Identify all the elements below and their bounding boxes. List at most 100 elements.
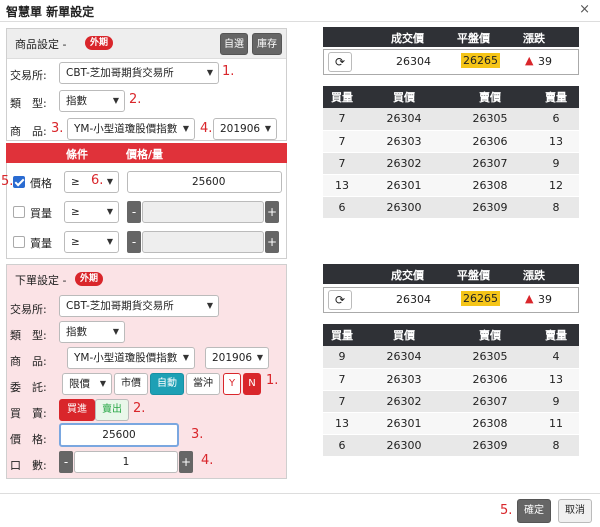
chevron-down-icon: ▼ (264, 124, 271, 133)
order-exchange-select[interactable]: CBT-芝加哥期貨交易所 ▼ (59, 295, 219, 317)
product-settings-title: 商品設定 - (15, 38, 67, 51)
buy-volume-plus-button[interactable]: + (265, 201, 279, 223)
table-cell: 26307 (447, 152, 533, 175)
dialog-title: 智慧單 新單設定 (6, 5, 95, 19)
sell-volume-minus-button[interactable]: - (127, 231, 141, 253)
commodity-select[interactable]: YM-小型道瓊股價指數 ▼ (67, 118, 195, 140)
table-cell: 26305 (447, 108, 533, 131)
sell-volume-plus-button[interactable]: + (265, 231, 279, 253)
quote-bar-2: ⟳ 26304 26265 ▲ 39 (323, 287, 579, 313)
up-arrow-icon: ▲ (525, 54, 534, 67)
order-month-select[interactable]: 201906 ▼ (205, 347, 269, 369)
order-price-input[interactable]: 25600 (59, 423, 179, 447)
table-cell: 26308 (447, 174, 533, 197)
step-number: 4. (201, 453, 214, 468)
chevron-down-icon: ▼ (112, 96, 119, 105)
price-condition-checkbox[interactable] (13, 176, 25, 188)
table-row: 13 26301 26308 12 (323, 174, 579, 197)
day-trade-button[interactable]: 當沖 (186, 373, 220, 395)
price-condition-input[interactable]: 25600 (127, 171, 282, 193)
table-cell: 26302 (361, 152, 447, 175)
deal-price-header: 成交價 (391, 269, 424, 282)
column-header: 賣量 (533, 324, 579, 346)
table-cell: 26306 (447, 130, 533, 153)
sell-button[interactable]: 賣出 (95, 399, 129, 421)
inventory-button[interactable]: 庫存 (252, 33, 282, 55)
column-header: 賣價 (447, 86, 533, 108)
type-select[interactable]: 指數 ▼ (59, 90, 125, 112)
table-cell: 7 (323, 108, 361, 131)
auto-button[interactable]: 自動 (150, 373, 184, 395)
day-trade-no-button[interactable]: N (243, 373, 261, 395)
column-header: 買價 (361, 86, 447, 108)
table-row: 13 26301 26308 11 (323, 412, 579, 435)
table-cell: 26309 (447, 434, 533, 457)
step-number: 5. (500, 503, 513, 518)
sell-volume-input[interactable] (142, 231, 264, 253)
table-row: 9 26304 26305 4 (323, 346, 579, 369)
change-header: 漲跌 (523, 32, 545, 45)
custom-list-button[interactable]: 自選 (220, 33, 248, 55)
table-header-row: 買量 買價 賣價 賣量 (323, 86, 579, 108)
table-cell: 6 (533, 108, 579, 131)
quantity-plus-button[interactable]: + (179, 451, 193, 473)
sell-volume-label: 賣量 (30, 237, 52, 250)
table-row: 6 26300 26309 8 (323, 434, 579, 457)
step-number: 3. (191, 427, 204, 442)
column-header: 買價 (361, 324, 447, 346)
quantity-minus-button[interactable]: - (59, 451, 73, 473)
exchange-select[interactable]: CBT-芝加哥期貨交易所 ▼ (59, 62, 219, 84)
table-row: 7 26304 26305 6 (323, 108, 579, 131)
close-icon[interactable]: × (579, 2, 590, 17)
confirm-button[interactable]: 確定 (517, 499, 551, 523)
day-trade-yes-button[interactable]: Y (223, 373, 241, 395)
flat-price-header: 平盤價 (457, 269, 490, 282)
condition-column-header: 條件 (66, 148, 88, 161)
chevron-down-icon: ▼ (106, 237, 113, 246)
buy-button[interactable]: 買進 (59, 399, 95, 421)
foreign-futures-badge: 外期 (75, 272, 104, 286)
column-header: 買量 (323, 324, 361, 346)
sell-volume-checkbox[interactable] (13, 236, 25, 248)
order-type-select[interactable]: 指數 ▼ (59, 321, 125, 343)
table-cell: 7 (323, 390, 361, 413)
refresh-icon[interactable]: ⟳ (328, 290, 352, 310)
operator-value: ≥ (71, 236, 80, 248)
exchange-label: 交易所: (10, 69, 47, 82)
step-number: 1. (222, 64, 235, 79)
month-select[interactable]: 201906 ▼ (213, 118, 277, 140)
table-cell: 26302 (361, 390, 447, 413)
quote-header-2: 成交價 平盤價 漲跌 (323, 264, 579, 284)
table-cell: 13 (533, 130, 579, 153)
sell-volume-operator-select[interactable]: ≥ ▼ (64, 231, 119, 253)
order-book-table-1: 買量 買價 賣價 賣量 7 26304 26305 6 7 26303 26306 13 7… (323, 86, 579, 219)
quantity-input[interactable]: 1 (74, 451, 178, 473)
chevron-down-icon: ▼ (106, 207, 113, 216)
change-header: 漲跌 (523, 269, 545, 282)
delegate-label: 委 託: (10, 381, 47, 394)
table-cell: 26307 (447, 390, 533, 413)
refresh-icon[interactable]: ⟳ (328, 52, 352, 72)
order-commodity-select[interactable]: YM-小型道瓊股價指數 ▼ (67, 347, 195, 369)
buy-volume-input[interactable] (142, 201, 264, 223)
delegate-select[interactable]: 限價 ▼ (62, 373, 112, 395)
chevron-down-icon: ▼ (99, 379, 106, 388)
buy-volume-minus-button[interactable]: - (127, 201, 141, 223)
foreign-futures-badge: 外期 (85, 36, 114, 50)
table-cell: 12 (533, 174, 579, 197)
table-row: 7 26302 26307 9 (323, 390, 579, 413)
cancel-button[interactable]: 取消 (558, 499, 592, 523)
order-type-label: 類 型: (10, 329, 47, 342)
table-cell: 26300 (361, 434, 447, 457)
table-cell: 26301 (361, 174, 447, 197)
buy-volume-checkbox[interactable] (13, 206, 25, 218)
buy-volume-operator-select[interactable]: ≥ ▼ (64, 201, 119, 223)
step-number: 5. (1, 174, 14, 189)
buy-volume-label: 買量 (30, 207, 52, 220)
market-button[interactable]: 市價 (114, 373, 148, 395)
table-cell: 8 (533, 196, 579, 219)
table-cell: 7 (323, 130, 361, 153)
price-condition-label: 價格 (30, 177, 52, 190)
smart-order-dialog: 智慧單 新單設定 × 商品設定 - 外期 自選 庫存 交易所: CBT-芝加哥期… (0, 0, 600, 527)
deal-price: 26304 (396, 293, 431, 306)
